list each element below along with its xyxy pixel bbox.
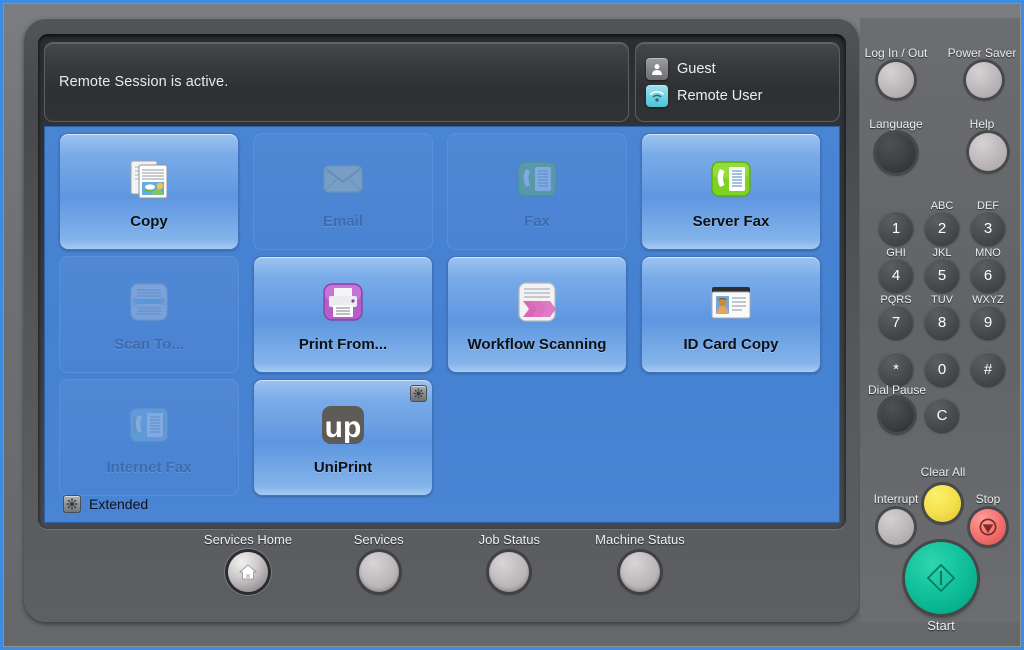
label-language: Language xyxy=(869,117,923,131)
user-info-box[interactable]: Guest Remote User xyxy=(635,42,840,122)
keypad-key-8[interactable]: 8 xyxy=(925,305,959,339)
gear-badge-icon xyxy=(63,495,81,513)
tile-label-copy: Copy xyxy=(130,212,168,230)
internet-fax-icon xyxy=(124,400,174,450)
log-in-out-button[interactable] xyxy=(878,62,914,98)
label-start: Start xyxy=(927,618,955,633)
tile-id-card-copy[interactable]: ID Card Copy xyxy=(641,256,821,373)
scan-to-icon xyxy=(124,277,174,327)
label-power-saver: Power Saver xyxy=(947,46,1017,60)
copy-icon xyxy=(124,154,174,204)
home-icon[interactable] xyxy=(228,552,268,592)
tile-server-fax[interactable]: Server Fax xyxy=(641,133,821,250)
tile-label-internet-fax: Internet Fax xyxy=(106,458,192,476)
status-message-text: Remote Session is active. xyxy=(59,74,229,90)
stop-symbol-icon xyxy=(979,518,997,536)
nav-label-services-home: Services Home xyxy=(203,532,293,547)
power-saver-button[interactable] xyxy=(966,62,1002,98)
tile-internet-fax[interactable]: Internet Fax xyxy=(59,379,239,496)
tile-print-from[interactable]: Print From... xyxy=(253,256,433,373)
nav-services-home[interactable]: Services Home xyxy=(184,532,312,602)
keypad-key-hash[interactable]: # xyxy=(971,352,1005,386)
user-icon xyxy=(646,57,668,80)
tile-email[interactable]: Email xyxy=(253,133,433,250)
server-fax-icon xyxy=(706,154,756,204)
tile-label-uniprint: UniPrint xyxy=(313,458,373,476)
label-clear-all: Clear All xyxy=(920,465,966,479)
tile-label-email: Email xyxy=(322,212,364,230)
tile-copy[interactable]: Copy xyxy=(59,133,239,250)
label-help: Help xyxy=(969,117,995,131)
tile-uniprint[interactable]: up UniPrint xyxy=(253,379,433,496)
nav-services[interactable]: Services xyxy=(315,532,443,602)
tile-label-server-fax: Server Fax xyxy=(692,212,770,230)
tile-empty-slot xyxy=(447,379,627,496)
start-diamond-icon xyxy=(926,563,956,593)
tile-label-scan-to: Scan To... xyxy=(114,335,184,353)
keypad-key-5[interactable]: 5 xyxy=(925,258,959,292)
machine-status-button[interactable] xyxy=(619,552,660,592)
label-log-in-out: Log In / Out xyxy=(864,46,928,60)
tile-workflow-scanning[interactable]: Workflow Scanning xyxy=(447,256,627,373)
clear-key-button[interactable]: C xyxy=(925,398,959,432)
user-label-remote: Remote User xyxy=(677,87,763,104)
user-row-guest[interactable]: Guest xyxy=(646,57,829,80)
label-dial-pause: Dial Pause xyxy=(867,383,927,397)
status-message-box: Remote Session is active. xyxy=(44,42,629,122)
job-status-button[interactable] xyxy=(489,552,530,592)
fax-icon xyxy=(512,154,562,204)
tile-empty-slot xyxy=(641,379,821,496)
id-card-copy-icon xyxy=(706,277,756,327)
nav-machine-status[interactable]: Machine Status xyxy=(576,532,704,602)
keypad-key-7[interactable]: 7 xyxy=(879,305,913,339)
gear-badge-icon[interactable] xyxy=(410,385,427,402)
user-label-guest: Guest xyxy=(677,60,716,77)
user-row-remote[interactable]: Remote User xyxy=(646,84,829,107)
status-row: Remote Session is active. Guest Remote U… xyxy=(44,42,840,122)
label-interrupt: Interrupt xyxy=(873,492,919,506)
tile-label-print-from: Print From... xyxy=(298,335,388,353)
services-panel: Copy Email Fax Server Fax Scan To... Pri… xyxy=(44,126,840,523)
extended-row[interactable]: Extended xyxy=(63,495,148,513)
tile-label-fax: Fax xyxy=(524,212,550,230)
services-button[interactable] xyxy=(358,552,399,592)
keypad-key-4[interactable]: 4 xyxy=(879,258,913,292)
services-tile-grid: Copy Email Fax Server Fax Scan To... Pri… xyxy=(59,133,827,496)
language-button[interactable] xyxy=(876,133,916,173)
dial-pause-button[interactable] xyxy=(880,398,914,432)
label-stop: Stop xyxy=(975,492,1001,506)
svg-text:up: up xyxy=(325,411,362,444)
keypad-key-star[interactable]: * xyxy=(879,352,913,386)
stop-button[interactable] xyxy=(970,509,1006,545)
nav-label-machine-status: Machine Status xyxy=(595,532,685,547)
uniprint-icon: up xyxy=(318,400,368,450)
tile-fax[interactable]: Fax xyxy=(447,133,627,250)
nav-label-services: Services xyxy=(353,532,404,547)
keypad-key-9[interactable]: 9 xyxy=(971,305,1005,339)
tile-label-workflow-scanning: Workflow Scanning xyxy=(467,335,607,353)
tile-label-id-card-copy: ID Card Copy xyxy=(683,335,779,353)
start-button[interactable] xyxy=(905,542,977,614)
workflow-scanning-icon xyxy=(512,277,562,327)
tile-scan-to[interactable]: Scan To... xyxy=(59,256,239,373)
extended-label: Extended xyxy=(89,496,149,512)
help-button[interactable] xyxy=(969,133,1007,171)
keypad-key-1[interactable]: 1 xyxy=(879,211,913,245)
remote-user-icon xyxy=(646,84,668,107)
bottom-nav-bar: Services Home Services Job Status Machin… xyxy=(184,532,704,602)
nav-label-job-status: Job Status xyxy=(478,532,541,547)
keypad-key-2[interactable]: 2 xyxy=(925,211,959,245)
keypad-key-3[interactable]: 3 xyxy=(971,211,1005,245)
keypad-key-0[interactable]: 0 xyxy=(925,352,959,386)
printer-control-panel: Remote Session is active. Guest Remote U… xyxy=(3,3,1021,647)
interrupt-button[interactable] xyxy=(878,509,914,545)
nav-job-status[interactable]: Job Status xyxy=(445,532,573,602)
keypad-key-6[interactable]: 6 xyxy=(971,258,1005,292)
print-from-icon xyxy=(318,277,368,327)
email-envelope-icon xyxy=(318,154,368,204)
